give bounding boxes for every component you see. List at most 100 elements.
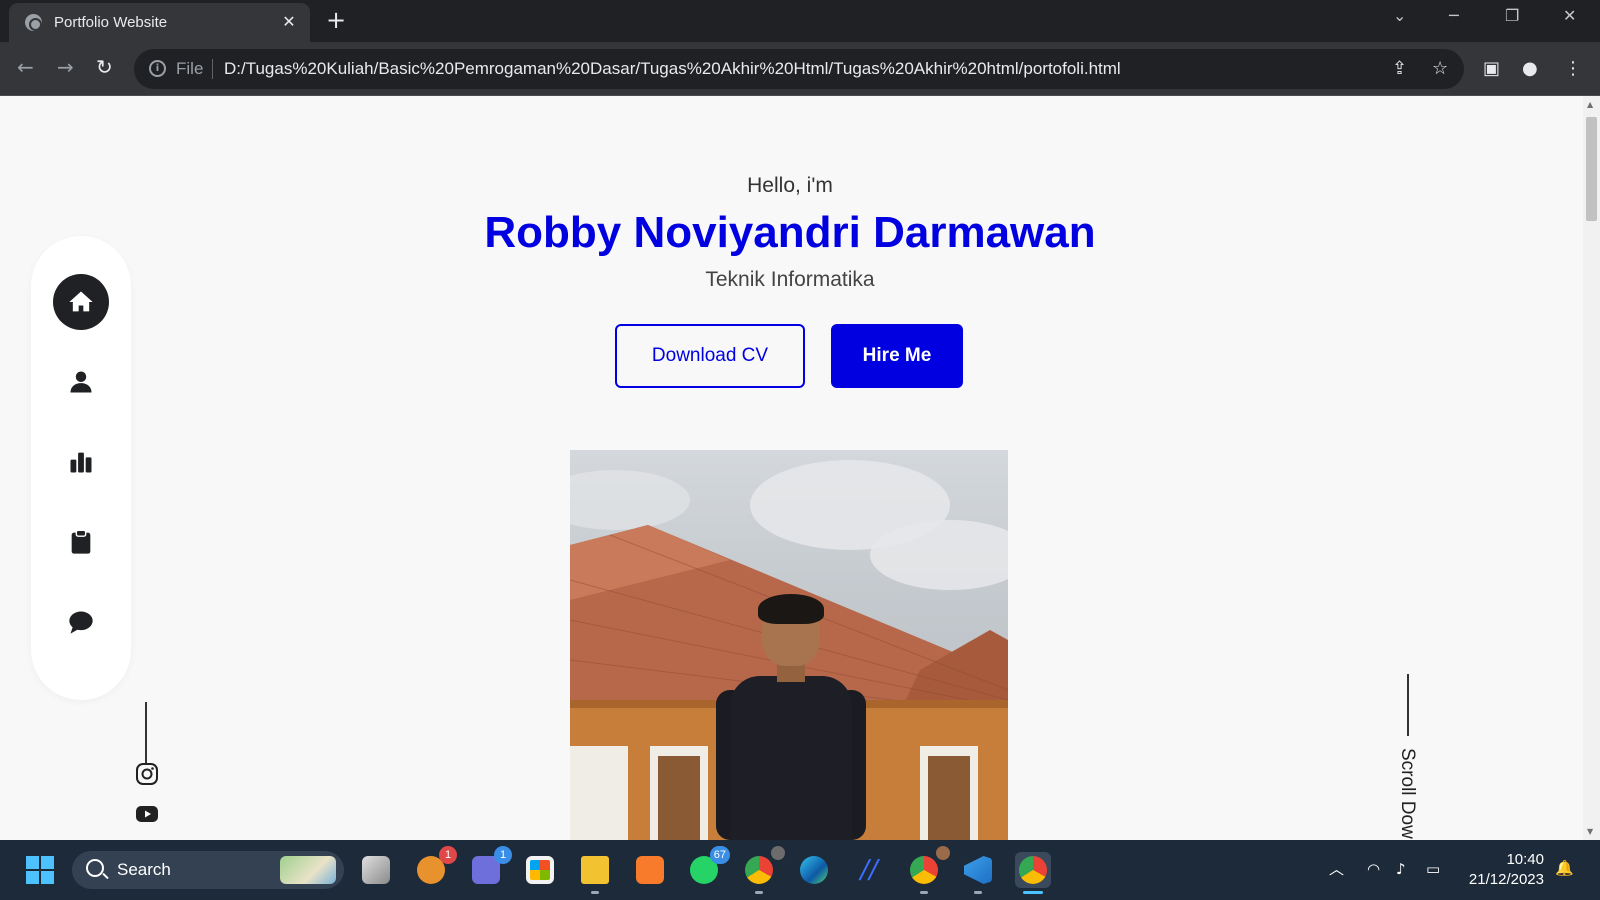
clock-date: 21/12/2023 [1468,871,1544,888]
info-icon[interactable]: i [149,60,166,77]
person-hair [758,594,824,624]
side-panel-icon[interactable]: ▣ [1483,58,1500,80]
notification-badge: 1 [494,846,512,864]
page-viewport: Hello, i'm Robby Noviyandri Darmawan Tek… [0,96,1600,840]
greeting-text: Hello, i'm [747,174,833,197]
scroll-divider [1407,674,1409,736]
close-tab-icon[interactable]: ✕ [278,11,300,33]
chrome-profile-app[interactable] [741,846,785,894]
system-clock[interactable]: 10:40 21/12/2023 [1469,850,1544,890]
search-label: Search [117,860,171,879]
menu-icon[interactable]: ⋮ [1564,58,1582,80]
chrome-profile-app-2[interactable] [906,846,950,894]
nav-portfolio[interactable] [53,514,109,570]
search-highlight-icon [280,856,336,884]
task-view-app[interactable] [358,852,394,888]
globe-icon [25,14,42,31]
url-text[interactable]: D:/Tugas%20Kuliah/Basic%20Pemrogaman%20D… [224,59,1121,79]
forward-icon[interactable]: → [57,55,74,79]
job-title: Teknik Informatika [705,268,875,291]
active-indicator [1023,891,1043,894]
reload-icon[interactable]: ↻ [96,55,113,79]
start-tile [41,856,54,869]
running-indicator [920,891,928,894]
close-window-icon[interactable]: ✕ [1563,6,1576,25]
scroll-thumb[interactable] [1586,117,1597,221]
restore-icon[interactable]: ❐ [1505,6,1519,25]
nav-skills[interactable] [53,434,109,490]
back-icon[interactable]: ← [17,55,34,79]
tab-portfolio[interactable]: Portfolio Website ✕ [9,3,310,42]
start-tile [26,871,39,884]
file-label: File [176,59,204,78]
notification-bell-icon[interactable]: 🔔 [1555,859,1574,877]
edge-app[interactable] [796,852,832,888]
notification-badge: 67 [709,846,730,864]
profile-icon[interactable]: ● [1522,58,1538,80]
chrome-app-active[interactable] [1015,852,1051,894]
clipboard-icon [71,529,91,554]
chat-icon [69,611,93,634]
tab-search-icon[interactable]: ⌄ [1393,6,1406,25]
nav-contact[interactable] [53,594,109,650]
person-body [730,676,852,840]
running-indicator [974,891,982,894]
omnibox-separator [212,59,213,79]
wifi-icon[interactable]: ◠ [1367,860,1380,878]
pillar [570,746,628,840]
store-app[interactable] [522,852,558,888]
youtube-icon[interactable] [135,802,159,826]
minimize-icon[interactable]: ─ [1449,6,1459,25]
folder-icon [581,856,609,884]
volume-icon[interactable]: ♪ [1396,860,1406,878]
download-cv-button[interactable]: Download CV [615,324,805,388]
window [928,756,970,840]
scroll-down-arrow[interactable]: ▼ [1587,827,1593,836]
app-with-notification[interactable]: 1 [413,846,457,888]
chart-icon [70,452,92,473]
running-indicator [591,891,599,894]
chrome-icon [745,856,773,884]
nav-home[interactable] [53,274,109,330]
slash-editor-icon: // [860,855,878,885]
scroll-up-arrow[interactable]: ▲ [1587,100,1593,109]
share-icon[interactable]: ⇪ [1392,58,1407,80]
instagram-icon[interactable] [135,762,159,786]
social-divider [145,702,147,764]
editor-app[interactable]: // [851,852,887,888]
home-icon [69,291,93,312]
xampp-icon [636,856,664,884]
page-scrollbar[interactable]: ▲ ▼ [1583,96,1600,840]
xampp-app[interactable] [632,852,668,888]
file-explorer-app[interactable] [577,852,613,894]
bookmark-star-icon[interactable]: ☆ [1432,58,1448,80]
battery-icon[interactable]: ▭ [1426,860,1440,878]
windows-start-icon[interactable] [26,856,54,884]
taskbar-search[interactable]: Search [72,851,344,889]
tab-strip: Portfolio Website ✕ + ⌄ ─ ❐ ✕ [0,0,1600,42]
start-tile [41,871,54,884]
chevron-up-icon[interactable]: ︿ [1329,860,1344,878]
notification-badge: 1 [439,846,457,864]
teams-app[interactable]: 1 [468,846,512,888]
whatsapp-app[interactable]: 67 [686,846,730,888]
profile-badge [936,846,950,860]
tab-title: Portfolio Website [54,14,168,31]
person-name: Robby Noviyandri Darmawan [484,208,1096,257]
scroll-down-link[interactable]: Scroll Down [1396,748,1418,840]
address-bar[interactable]: i File D:/Tugas%20Kuliah/Basic%20Pemroga… [134,49,1464,89]
hire-me-button[interactable]: Hire Me [831,324,963,388]
clock-time: 10:40 [1506,851,1544,868]
start-tile [26,856,39,869]
vscode-icon [964,856,992,884]
vscode-app[interactable] [960,852,996,894]
task-view-icon [362,856,390,884]
edge-icon [800,856,828,884]
windows-taskbar: Search 1 1 67 // ︿ ◠ ♪ ▭ 10:40 21/12/202… [0,840,1600,900]
running-indicator [755,891,763,894]
profile-badge [771,846,785,860]
chrome-icon [910,856,938,884]
nav-about[interactable] [53,354,109,410]
profile-photo [570,450,1008,840]
new-tab-button[interactable]: + [326,8,346,32]
